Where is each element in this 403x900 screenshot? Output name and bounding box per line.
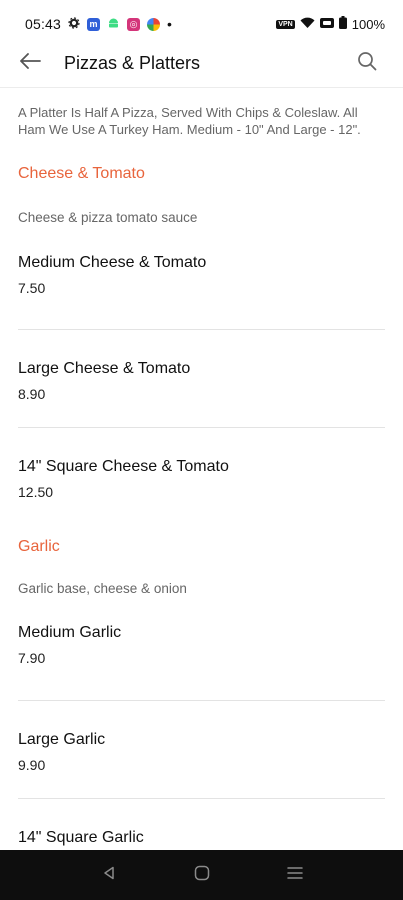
menu-item-price: 12.50 (18, 484, 54, 500)
menu-item[interactable]: 14" Square Cheese & Tomato 12.50 (18, 428, 385, 528)
section-title: Cheese & Tomato (18, 165, 145, 182)
back-button[interactable] (16, 50, 44, 78)
nav-menu-button[interactable] (281, 861, 309, 889)
menu-item[interactable]: Medium Garlic 7.90 (18, 596, 385, 701)
section-title: Garlic (18, 538, 60, 555)
menu-item-name: Medium Garlic (18, 624, 122, 641)
hamburger-menu-icon (286, 866, 303, 885)
menu-item-price: 9.90 (18, 757, 46, 773)
system-nav-bar (0, 850, 403, 900)
signal-icon (319, 16, 334, 32)
page-title: Pizzas & Platters (64, 53, 201, 73)
battery-percentage: 100% (351, 16, 385, 32)
search-icon (357, 51, 377, 76)
menu-item[interactable]: Large Cheese & Tomato 8.90 (18, 330, 385, 428)
menu-item-name: Large Garlic (18, 731, 106, 748)
section-description: Garlic base, cheese & onion (18, 581, 187, 596)
category-intro-text: A Platter Is Half A Pizza, Served With C… (18, 105, 361, 137)
menu-item-price: 7.90 (18, 650, 46, 666)
status-time: 05:43 (25, 16, 62, 32)
menu-item-price: 7.50 (18, 280, 46, 296)
arrow-left-icon (19, 53, 41, 74)
menu-item-name: 14" Square Cheese & Tomato (18, 458, 229, 475)
status-right: VPN 100% (276, 16, 385, 32)
triangle-back-icon (102, 866, 116, 885)
nav-back-button[interactable] (95, 861, 123, 889)
messages-app-icon: m (87, 17, 101, 31)
menu-content[interactable]: A Platter Is Half A Pizza, Served With C… (0, 88, 403, 850)
app-bar: Pizzas & Platters (0, 40, 403, 88)
menu-item[interactable]: Medium Cheese & Tomato 7.50 (18, 225, 385, 330)
menu-item-price: 8.90 (18, 386, 46, 402)
battery-icon (338, 16, 347, 32)
search-button[interactable] (355, 52, 379, 76)
menu-item[interactable]: Large Garlic 9.90 (18, 701, 385, 799)
menu-item-name: Large Cheese & Tomato (18, 360, 191, 377)
menu-item-name: Medium Cheese & Tomato (18, 254, 207, 271)
vpn-badge: VPN (276, 19, 295, 29)
section-description: Cheese & pizza tomato sauce (18, 210, 198, 225)
square-home-icon (194, 865, 210, 886)
more-notifications-dot-icon: • (167, 16, 172, 32)
instagram-app-icon: ◎ (127, 17, 141, 31)
menu-section-garlic: Garlic Garlic base, cheese & onion Mediu… (18, 538, 385, 850)
status-left: 05:43 m ◎ • (25, 16, 172, 32)
settings-gear-icon (68, 16, 80, 32)
wifi-icon (300, 16, 315, 32)
menu-item-name: 14" Square Garlic (18, 829, 144, 846)
android-icon (107, 16, 120, 32)
nav-home-button[interactable] (188, 861, 216, 889)
menu-section-cheese-tomato: Cheese & Tomato Cheese & pizza tomato sa… (18, 165, 385, 528)
photos-app-icon (147, 17, 161, 31)
menu-item[interactable]: 14" Square Garlic (18, 799, 385, 850)
